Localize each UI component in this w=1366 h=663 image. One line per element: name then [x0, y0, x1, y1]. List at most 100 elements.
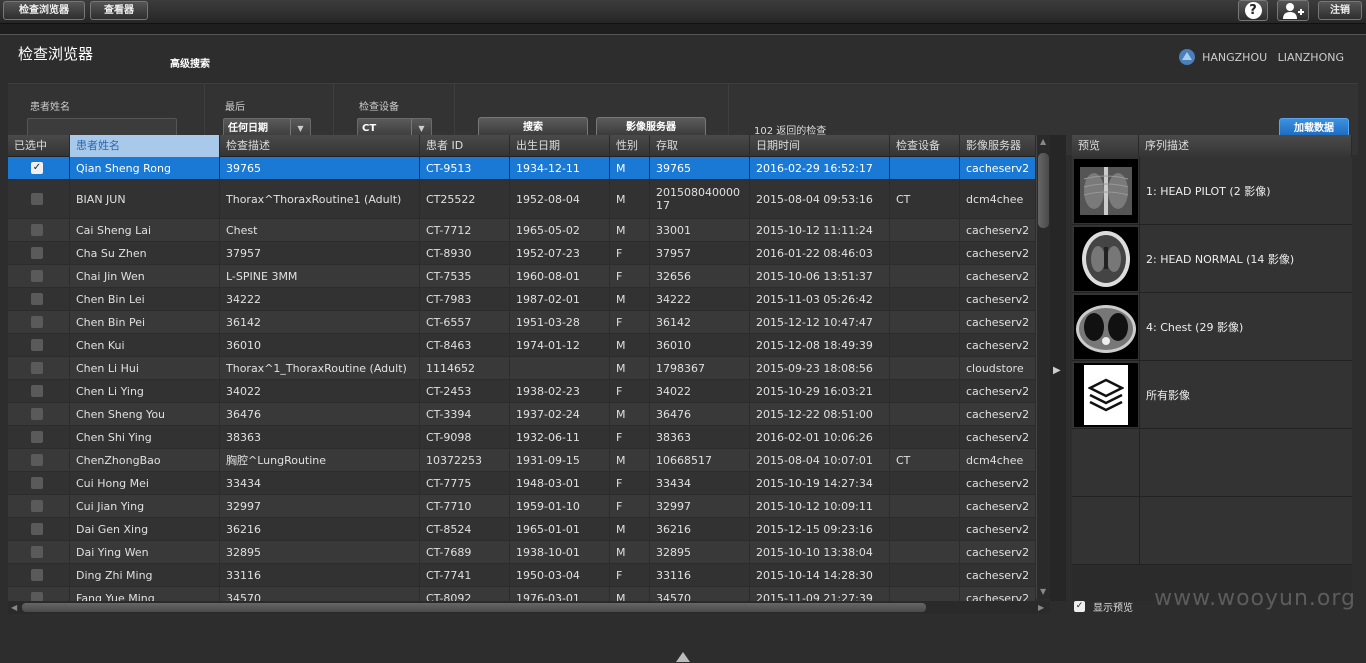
checkbox[interactable]: [31, 592, 43, 601]
cell-patient-name-text: Chen Bin Pei: [76, 315, 146, 329]
cell-birth-date-text: 1965-05-02: [516, 223, 580, 237]
scroll-thumb[interactable]: [22, 603, 926, 612]
column-header-modality[interactable]: 检查设备: [890, 135, 960, 157]
checkbox[interactable]: [31, 293, 43, 305]
cell-patient-name: Chen Kui: [70, 334, 220, 356]
expand-panel-icon[interactable]: [676, 652, 690, 662]
cell-datetime-text: 2016-01-22 08:46:03: [756, 246, 873, 260]
cell-patient-id-text: CT-6557: [426, 315, 472, 329]
checkbox[interactable]: [31, 224, 43, 236]
cell-sex-text: M: [616, 223, 626, 237]
tab-exam-browser[interactable]: 检查浏览器: [3, 1, 85, 20]
cell-patient-id: CT-3394: [420, 403, 510, 425]
checkbox-checked-icon[interactable]: ✓: [1074, 601, 1085, 612]
table-row[interactable]: Cui Hong Mei 33434 CT-7775 1948-03-01 F 33434…: [8, 472, 1036, 495]
table-row[interactable]: Chen Li Ying 34022 CT-2453 1938-02-23 F 34022…: [8, 380, 1036, 403]
checkbox[interactable]: [31, 316, 43, 328]
scroll-left-icon[interactable]: ◀: [11, 603, 17, 612]
panel-splitter[interactable]: ▶: [1050, 135, 1066, 601]
layers-icon: [1088, 378, 1124, 412]
series-row[interactable]: 2: HEAD NORMAL (14 影像): [1072, 225, 1352, 293]
cell-sex-text: M: [616, 522, 626, 536]
table-row[interactable]: Chen Shi Ying 38363 CT-9098 1932-06-11 F 3836…: [8, 426, 1036, 449]
checkbox[interactable]: [31, 500, 43, 512]
table-row[interactable]: ✓ Qian Sheng Rong 39765 CT-9513 1934-12-11 M 3…: [8, 157, 1036, 180]
cell-description-text: 36142: [226, 315, 261, 329]
checkbox[interactable]: [31, 247, 43, 259]
last-label: 最后: [225, 102, 245, 113]
checkbox[interactable]: [31, 523, 43, 535]
cell-datetime-text: 2015-10-19 14:27:34: [756, 476, 873, 490]
column-header-server[interactable]: 影像服务器: [960, 135, 1036, 157]
cell-sex: M: [610, 288, 650, 310]
scroll-down-icon[interactable]: ▼: [1040, 587, 1046, 596]
show-preview-toggle[interactable]: ✓ 显示预览: [1074, 599, 1133, 614]
checkbox[interactable]: [31, 408, 43, 420]
cell-patient-name-text: Chai Jin Wen: [76, 269, 145, 283]
tab-viewer[interactable]: 查看器: [90, 1, 148, 20]
cell-server-text: cacheserv2: [966, 161, 1030, 175]
series-row[interactable]: 1: HEAD PILOT (2 影像): [1072, 157, 1352, 225]
column-header-selected[interactable]: 已选中: [8, 135, 70, 157]
xray-thumbnail: [1074, 159, 1138, 223]
cell-description: 36216: [220, 518, 420, 540]
table-row[interactable]: Chen Li Hui Thorax^1_ThoraxRoutine (Adult…: [8, 357, 1036, 380]
cell-patient-name-text: Qian Sheng Rong: [76, 161, 171, 175]
table-row[interactable]: Cha Su Zhen 37957 CT-8930 1952-07-23 F 37957 2…: [8, 242, 1036, 265]
cell-accession: 32895: [650, 541, 750, 563]
series-row[interactable]: 4: Chest (29 影像): [1072, 293, 1352, 361]
logo-text: HANGZHOU LIANZHONG: [1202, 50, 1344, 64]
cell-datetime: 2015-11-09 21:27:39: [750, 587, 890, 601]
cell-patient-name-text: Cui Jian Ying: [76, 499, 145, 513]
table-row[interactable]: Cui Jian Ying 32997 CT-7710 1959-01-10 F 3299…: [8, 495, 1036, 518]
scroll-thumb[interactable]: [1038, 153, 1049, 228]
cell-patient-name-text: Chen Bin Lei: [76, 292, 145, 306]
table-row[interactable]: ChenZhongBao 胸腔^LungRoutine 10372253 1931-0…: [8, 449, 1036, 472]
series-row[interactable]: 所有影像: [1072, 361, 1352, 429]
column-header-sex[interactable]: 性别: [610, 135, 650, 157]
table-row[interactable]: Dai Ying Wen 32895 CT-7689 1938-10-01 M 32895…: [8, 541, 1036, 564]
scroll-right-icon[interactable]: ▶: [1038, 603, 1044, 612]
checkbox[interactable]: [31, 339, 43, 351]
table-row[interactable]: Chen Bin Lei 34222 CT-7983 1987-02-01 M 34222…: [8, 288, 1036, 311]
column-header-description[interactable]: 检查描述: [220, 135, 420, 157]
checkbox[interactable]: [31, 193, 43, 205]
column-header-accession[interactable]: 存取: [650, 135, 750, 157]
horizontal-scrollbar[interactable]: ◀ ▶: [8, 601, 1050, 614]
collapse-arrow-icon[interactable]: ▶: [1053, 365, 1061, 376]
add-user-button[interactable]: [1277, 0, 1309, 21]
cell-birth-date-text: 1938-02-23: [516, 384, 580, 398]
checkbox[interactable]: [31, 569, 43, 581]
column-header-datetime[interactable]: 日期时间: [750, 135, 890, 157]
vertical-scrollbar[interactable]: ▲ ▼: [1036, 135, 1050, 599]
logout-button[interactable]: 注销: [1318, 1, 1362, 20]
table-row[interactable]: Cai Sheng Lai Chest CT-7712 1965-05-02 M 3300…: [8, 219, 1036, 242]
table-row[interactable]: BIAN JUN Thorax^ThoraxRoutine1 (Adult) CT2…: [8, 180, 1036, 219]
checkbox[interactable]: [31, 385, 43, 397]
column-header-patient-id[interactable]: 患者 ID: [420, 135, 510, 157]
scroll-up-icon[interactable]: ▲: [1040, 137, 1046, 146]
table-row[interactable]: Fang Yue Ming 34570 CT-8092 1976-03-01 M 3457…: [8, 587, 1036, 601]
checkbox[interactable]: [31, 454, 43, 466]
cell-sex: M: [610, 334, 650, 356]
checkbox[interactable]: [31, 362, 43, 374]
checkbox[interactable]: [31, 477, 43, 489]
column-header-birth-date[interactable]: 出生日期: [510, 135, 610, 157]
checkbox[interactable]: [31, 431, 43, 443]
table-row[interactable]: Dai Gen Xing 36216 CT-8524 1965-01-01 M 36216…: [8, 518, 1036, 541]
cell-patient-id-text: CT-7710: [426, 499, 472, 513]
table-row[interactable]: Chen Bin Pei 36142 CT-6557 1951-03-28 F 36142…: [8, 311, 1036, 334]
checkbox[interactable]: [31, 270, 43, 282]
table-row[interactable]: Chai Jin Wen L-SPINE 3MM CT-7535 1960-08-01…: [8, 265, 1036, 288]
cell-sex-text: M: [616, 361, 626, 375]
cell-birth-date: 1938-10-01: [510, 541, 610, 563]
table-row[interactable]: Ding Zhi Ming 33116 CT-7741 1950-03-04 F 3311…: [8, 564, 1036, 587]
column-header-patient-name[interactable]: 患者姓名: [70, 135, 220, 157]
table-row[interactable]: Chen Sheng You 36476 CT-3394 1937-02-24 M 364…: [8, 403, 1036, 426]
table-row[interactable]: Chen Kui 36010 CT-8463 1974-01-12 M 36010 2015…: [8, 334, 1036, 357]
cell-patient-name: Cai Sheng Lai: [70, 219, 220, 241]
help-button[interactable]: ?: [1238, 0, 1268, 21]
advanced-search-link[interactable]: 高级搜索: [170, 55, 210, 70]
checkbox-checked[interactable]: ✓: [31, 162, 43, 174]
checkbox[interactable]: [31, 546, 43, 558]
